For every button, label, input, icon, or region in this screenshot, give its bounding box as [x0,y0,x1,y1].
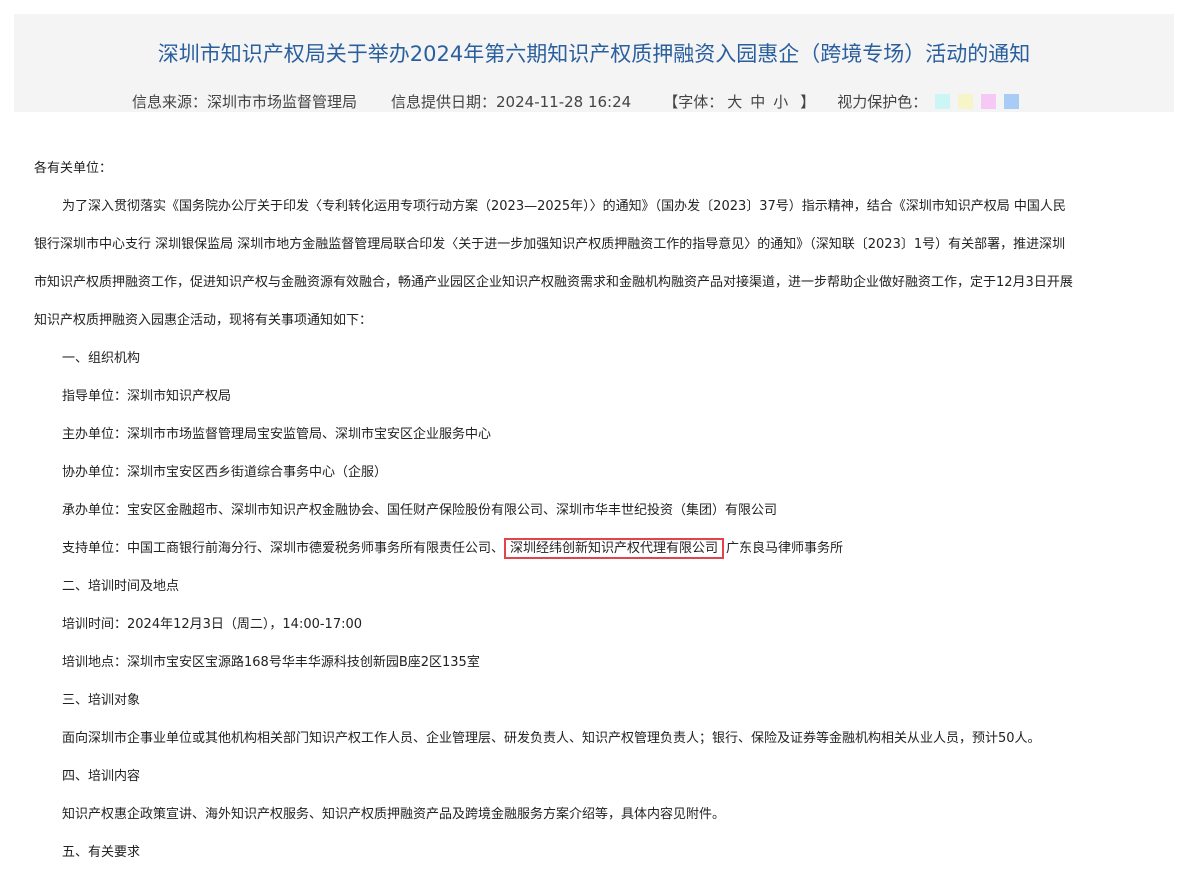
co-organizer-unit: 协办单位：深圳市宝安区西乡街道综合事务中心（企服） [62,465,388,480]
section-heading-content: 四、培训内容 [62,769,141,784]
salutation: 各有关单位： [34,161,113,176]
page-title: 深圳市知识产权局关于举办2024年第六期知识产权质押融资入园惠企（跨境专场）活动… [157,42,1031,66]
font-size-medium-link[interactable]: 中 [750,92,765,112]
section-heading-organization: 一、组织机构 [62,351,141,366]
font-size-bracket: 】 [800,92,816,111]
training-time: 培训时间：2024年12月3日（周二），14:00-17:00 [62,617,363,632]
section-heading-requirements: 五、有关要求 [62,845,141,860]
eye-color-blue-swatch[interactable] [1004,94,1020,109]
section-heading-target: 三、培训对象 [62,693,141,708]
intro-paragraph-line: 知识产权质押融资入园惠企活动，现将有关事项通知如下： [34,313,373,328]
font-size-large-link[interactable]: 大 [727,92,742,112]
eye-color-yellow-swatch[interactable] [958,94,974,109]
training-content: 知识产权惠企政策宣讲、海外知识产权服务、知识产权质押融资产品及跨境金融服务方案介… [62,807,726,822]
host-unit: 主办单位：深圳市市场监督管理局宝安监管局、深圳市宝安区企业服务中心 [62,427,492,442]
training-place: 培训地点：深圳市宝安区宝源路168号华丰华源科技创新园B座2区135室 [62,655,480,670]
support-unit-prefix: 支持单位：中国工商银行前海分行、深圳市德爱税务师事务所有限责任公司、 [62,541,505,556]
eye-color-pink-swatch[interactable] [981,94,997,109]
font-size-small-link[interactable]: 小 [773,92,788,112]
intro-paragraph-line: 为了深入贯彻落实《国务院办公厅关于印发〈专利转化运用专项行动方案（2023—20… [62,199,1066,214]
organizer-unit: 承办单位：宝安区金融超市、深圳市知识产权金融协会、国任财产保险股份有限公司、深圳… [62,503,778,518]
article-header: 深圳市知识产权局关于举办2024年第六期知识产权质押融资入园惠企（跨境专场）活动… [14,14,1174,112]
info-source: 信息来源：深圳市市场监督管理局 [132,92,358,111]
section-heading-time-place: 二、培训时间及地点 [62,579,180,594]
article-meta: 信息来源：深圳市市场监督管理局 信息提供日期：2024-11-28 16:24 【字… [132,91,1020,112]
eye-color-cyan-swatch[interactable] [935,94,951,109]
training-target: 面向深圳市企事业单位或其他机构相关部门知识产权工作人员、企业管理层、研发负责人、… [62,731,1041,746]
info-date: 信息提供日期：2024-11-28 16:24 [391,92,632,111]
support-unit-suffix: 广东良马律师事务所 [726,541,844,556]
guide-unit: 指导单位：深圳市知识产权局 [62,389,232,404]
eye-protect-label: 视力保护色： [837,92,928,111]
font-size-label: 【字体： [663,92,724,111]
highlighted-company: 深圳经纬创新知识产权代理有限公司 [504,538,725,559]
intro-paragraph-line: 市知识产权质押融资工作，促进知识产权与金融资源有效融合，畅通产业园区企业知识产权… [34,275,1073,290]
article-body: 各有关单位： 为了深入贯彻落实《国务院办公厅关于印发〈专利转化运用专项行动方案（… [34,150,1159,872]
intro-paragraph-line: 银行深圳市中心支行 深圳银保监局 深圳市地方金融监督管理局联合印发〈关于进一步加… [34,237,1066,252]
support-unit: 支持单位：中国工商银行前海分行、深圳市德爱税务师事务所有限责任公司、 深圳经纬创新… [34,530,1159,568]
